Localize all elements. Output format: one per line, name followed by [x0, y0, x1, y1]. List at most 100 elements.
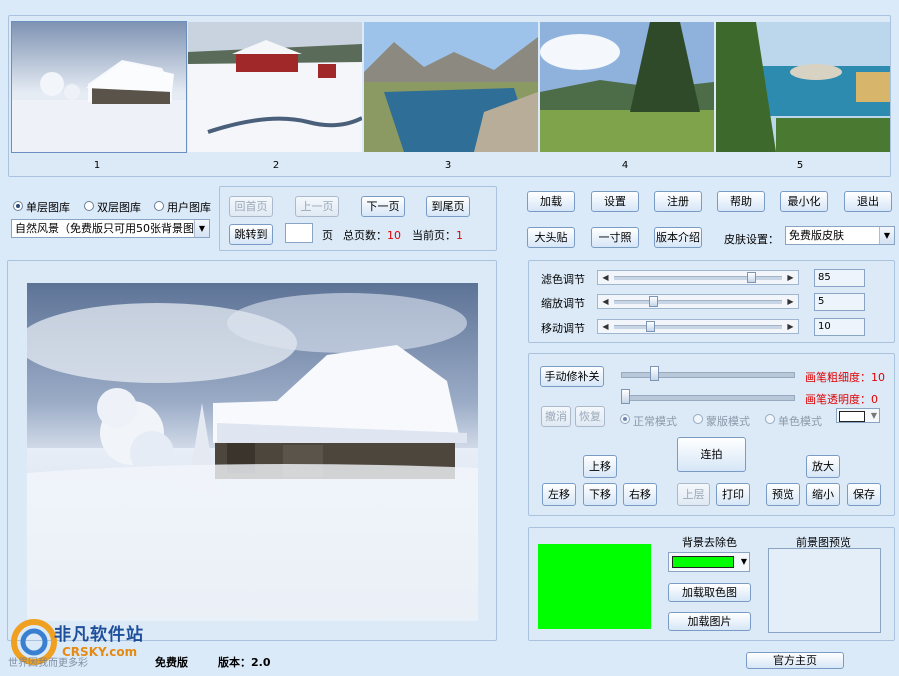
- total-pages-text: 总页数：: [343, 229, 387, 242]
- page-number-input[interactable]: [285, 223, 313, 243]
- current-page-label: 当前页：1: [412, 227, 463, 243]
- move-left-button[interactable]: 左移: [542, 483, 576, 506]
- background-color-preview: [538, 544, 651, 629]
- version-label: 版本：2.0: [218, 654, 271, 670]
- load-button[interactable]: 加载: [527, 191, 575, 212]
- current-page-value: 1: [456, 229, 463, 242]
- brush-alpha-label: 画笔透明度：0: [805, 391, 878, 407]
- brush-alpha-slider[interactable]: [621, 395, 795, 401]
- version-value: 2.0: [251, 656, 271, 669]
- version-intro-button[interactable]: 版本介绍: [654, 227, 702, 248]
- normal-mode-label: 正常模式: [633, 415, 677, 428]
- chevron-right-icon[interactable]: ▶: [784, 295, 797, 308]
- chevron-left-icon[interactable]: ◀: [599, 320, 612, 333]
- thumbnail-number: 2: [272, 160, 280, 171]
- chevron-down-icon: ▼: [740, 557, 747, 566]
- undo-button[interactable]: 撤消: [541, 406, 571, 427]
- exit-button[interactable]: 退出: [844, 191, 892, 212]
- zoom-value[interactable]: 5: [814, 293, 865, 311]
- radio-normal-mode[interactable]: [620, 414, 630, 424]
- skin-select[interactable]: 免费版皮肤 ▼: [785, 226, 895, 245]
- coastal-island-image: [716, 22, 890, 152]
- background-color-select[interactable]: ▼: [668, 552, 750, 572]
- snow-cottage-large-image: [27, 283, 478, 621]
- help-button[interactable]: 帮助: [717, 191, 765, 212]
- chevron-right-icon[interactable]: ▶: [784, 271, 797, 284]
- move-right-button[interactable]: 右移: [623, 483, 657, 506]
- chevron-left-icon[interactable]: ◀: [599, 295, 612, 308]
- zoom-slider-thumb[interactable]: [649, 296, 658, 307]
- one-inch-button[interactable]: 一寸照: [591, 227, 639, 248]
- zoom-in-button[interactable]: 放大: [806, 455, 840, 478]
- red-barn-image: [188, 22, 362, 152]
- brush-size-slider[interactable]: [621, 372, 795, 378]
- radio-mask-mode[interactable]: [693, 414, 703, 424]
- zoom-out-button[interactable]: 缩小: [806, 483, 840, 506]
- radio-double-library[interactable]: [84, 201, 94, 211]
- brush-size-thumb[interactable]: [650, 366, 659, 381]
- preview-button[interactable]: 预览: [766, 483, 800, 506]
- zoom-slider-track: [614, 300, 782, 304]
- save-button[interactable]: 保存: [847, 483, 881, 506]
- upper-layer-button[interactable]: 上层: [677, 483, 710, 506]
- chevron-down-icon: ▼: [194, 220, 209, 237]
- chevron-right-icon[interactable]: ▶: [784, 320, 797, 333]
- edition-label: 免费版: [155, 656, 188, 669]
- move-slider-track: [614, 325, 782, 329]
- next-page-button[interactable]: 下一页: [361, 196, 405, 217]
- watermark-logo: 非凡软件站 CRSKY.com 世界因我而更多彩: [2, 614, 162, 674]
- move-slider-thumb[interactable]: [646, 321, 655, 332]
- last-page-button[interactable]: 到尾页: [426, 196, 470, 217]
- jump-to-button[interactable]: 跳转到: [229, 224, 273, 245]
- settings-button[interactable]: 设置: [591, 191, 639, 212]
- move-up-button[interactable]: 上移: [583, 455, 617, 478]
- skin-label: 皮肤设置：: [724, 233, 779, 246]
- mono-color-picker[interactable]: ▼: [836, 408, 880, 423]
- brush-alpha-text: 画笔透明度：: [805, 393, 871, 406]
- filter-value[interactable]: 85: [814, 269, 865, 287]
- zoom-slider[interactable]: ◀ ▶: [597, 294, 799, 309]
- radio-user-label: 用户图库: [167, 201, 211, 214]
- skin-value: 免费版皮肤: [789, 229, 844, 242]
- load-image-button[interactable]: 加载图片: [668, 612, 751, 631]
- thumbnail-2[interactable]: [188, 22, 362, 152]
- radio-single-library[interactable]: [13, 201, 23, 211]
- filter-slider-thumb[interactable]: [747, 272, 756, 283]
- thumbnail-3[interactable]: [364, 22, 538, 152]
- mono-color-swatch: [839, 411, 865, 422]
- move-value[interactable]: 10: [814, 318, 865, 336]
- move-down-button[interactable]: 下移: [583, 483, 617, 506]
- mountain-river-image: [364, 22, 538, 152]
- print-button[interactable]: 打印: [716, 483, 750, 506]
- official-home-button[interactable]: 官方主页: [746, 652, 844, 669]
- category-value: 自然风景（免费版只可用50张背景图）: [15, 222, 205, 235]
- filter-slider-track: [614, 276, 782, 280]
- filter-slider[interactable]: ◀ ▶: [597, 270, 799, 285]
- move-slider[interactable]: ◀ ▶: [597, 319, 799, 334]
- prev-page-button[interactable]: 上一页: [295, 196, 339, 217]
- register-button[interactable]: 注册: [654, 191, 702, 212]
- version-text: 版本：: [218, 656, 251, 669]
- manual-fix-button[interactable]: 手动修补关: [540, 366, 604, 387]
- total-pages-label: 总页数：10: [343, 227, 401, 243]
- chevron-left-icon[interactable]: ◀: [599, 271, 612, 284]
- first-page-button[interactable]: 回首页: [229, 196, 273, 217]
- background-title: 背景去除色: [682, 536, 737, 549]
- radio-mono-mode[interactable]: [765, 414, 775, 424]
- load-color-image-button[interactable]: 加载取色图: [668, 583, 751, 602]
- redo-button[interactable]: 恢复: [575, 406, 605, 427]
- big-head-button[interactable]: 大头贴: [527, 227, 575, 248]
- burst-button[interactable]: 连拍: [677, 437, 746, 472]
- minimize-button[interactable]: 最小化: [780, 191, 828, 212]
- radio-user-library[interactable]: [154, 201, 164, 211]
- thumbnail-number: 3: [444, 160, 452, 171]
- brush-alpha-thumb[interactable]: [621, 389, 630, 404]
- thumbnail-1[interactable]: [11, 21, 187, 153]
- mask-mode-label: 蒙版模式: [706, 415, 750, 428]
- snow-cottage-image: [12, 22, 186, 152]
- thumbnail-5[interactable]: [716, 22, 890, 152]
- category-select[interactable]: 自然风景（免费版只可用50张背景图） ▼: [11, 219, 210, 238]
- thumbnail-4[interactable]: [540, 22, 714, 152]
- total-pages-value: 10: [387, 229, 401, 242]
- watermark-slogan: 世界因我而更多彩: [8, 658, 88, 669]
